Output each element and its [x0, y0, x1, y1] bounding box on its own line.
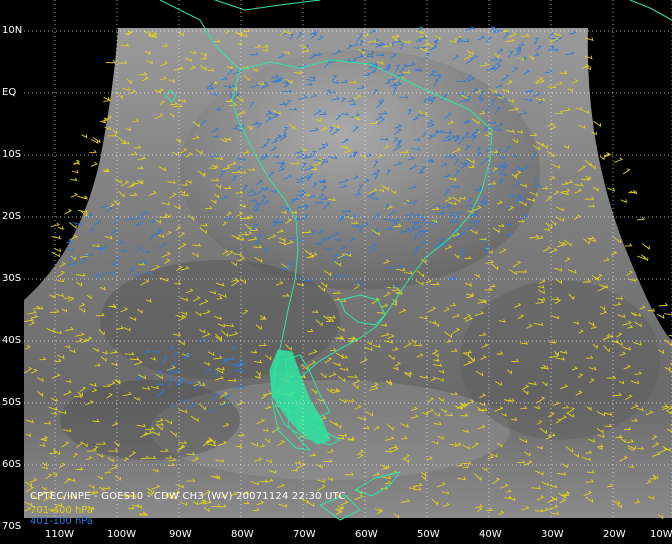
latitude-label: 30S [2, 273, 22, 284]
longitude-label: 80W [231, 529, 254, 540]
wind-barb-low [51, 235, 61, 240]
coastline [629, 0, 672, 21]
latitude-label: 50S [2, 397, 22, 408]
map-caption: CPTEC/INPE - GOES10 - CDW CH3 (WV) 20071… [30, 491, 346, 502]
water-vapor-imagery [23, 0, 672, 521]
wind-barb-low [57, 226, 64, 231]
wind-barb-low [70, 192, 79, 198]
latitude-label: EQ [2, 87, 17, 98]
wind-barb-low [624, 243, 633, 247]
coastline [214, 0, 321, 11]
wind-barb-low [664, 312, 672, 316]
wind-barb-low [101, 117, 108, 123]
longitude-label: 50W [417, 529, 440, 540]
longitude-label: 100W [107, 529, 136, 540]
latitude-label: 10S [2, 149, 22, 160]
longitude-label: 30W [541, 529, 564, 540]
wind-barb-low [106, 60, 116, 64]
wind-barb-low [90, 161, 98, 167]
wind-barb-low [622, 168, 631, 175]
wind-barb-low [641, 243, 650, 250]
latitude-label: 60S [2, 459, 22, 470]
longitude-label: 70W [293, 529, 316, 540]
latitude-label: 10N [2, 25, 23, 36]
satellite-map: 10N EQ 10S 20S 30S 40S 50S 60S 70S 110W 100W 90W 80… [0, 0, 672, 544]
wind-barb-low [89, 149, 98, 154]
latitude-label: 40S [2, 335, 22, 346]
wind-barb-low [51, 251, 60, 258]
wind-barb-low [64, 208, 73, 215]
wind-barb-low [81, 134, 88, 139]
wind-barb-low [71, 169, 79, 174]
wind-barb-low [77, 195, 87, 200]
wind-barb-low [593, 120, 601, 128]
wind-barb-low [657, 314, 665, 319]
longitude-label: 90W [169, 529, 192, 540]
legend-low-level: 701-400 hPa [30, 505, 94, 516]
longitude-label: 40W [479, 529, 502, 540]
latitude-label: 70S [2, 521, 22, 532]
wind-barb-low [613, 157, 624, 163]
legend-upper-level: 401-100 hPa [30, 516, 94, 527]
wind-barb-low [70, 177, 78, 182]
longitude-label: 60W [355, 529, 378, 540]
longitude-label: 20W [603, 529, 626, 540]
wind-barb-low [658, 302, 669, 307]
wind-barb-low [92, 137, 101, 144]
longitude-label: 110W [45, 529, 74, 540]
wind-barb-low [620, 199, 628, 204]
longitude-label: 10W [650, 529, 672, 540]
latitude-label: 20S [2, 211, 22, 222]
wind-barb-low [599, 155, 605, 161]
